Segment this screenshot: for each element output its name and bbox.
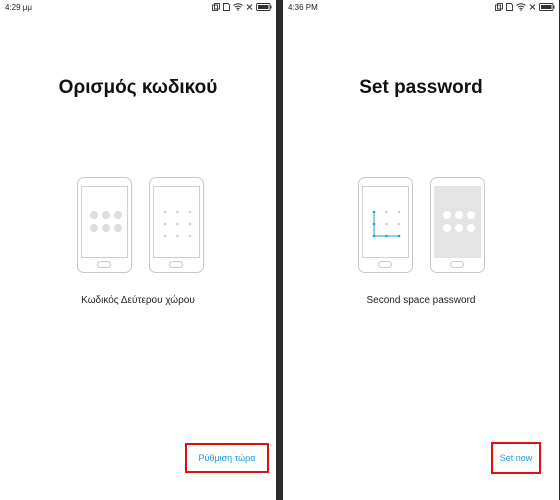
home-button-icon (97, 261, 111, 268)
status-bar: 4:29 μμ (0, 0, 276, 14)
copy-icon (495, 3, 503, 11)
cross-icon (529, 4, 536, 10)
pin-dots-icon (90, 211, 122, 232)
phone-screen (362, 186, 409, 258)
set-now-button[interactable]: Set now (491, 442, 541, 474)
copy-icon (212, 3, 220, 11)
screen-greek: 4:29 μμ Ορισμός κωδικού Κωδικός Δεύτερου… (0, 0, 276, 500)
status-time: 4:29 μμ (5, 2, 33, 12)
sim-icon (223, 3, 230, 11)
wifi-icon (233, 3, 243, 11)
page-title: Ορισμός κωδικού (58, 77, 218, 98)
set-now-button[interactable]: Ρύθμιση τώρα (185, 443, 269, 473)
subtitle: Κωδικός Δεύτερου χώρου (81, 295, 195, 306)
battery-icon (256, 3, 272, 11)
phone-illustration-locked (430, 177, 485, 273)
home-button-icon (169, 261, 183, 268)
status-icons (212, 3, 272, 11)
screen-english: 4:36 PM Set password Second space passwo… (283, 0, 559, 500)
home-button-icon (450, 261, 464, 268)
phone-illustration-locked (77, 177, 132, 273)
drawn-pattern-icon (372, 210, 401, 238)
pin-dots-icon (443, 211, 475, 232)
home-button-icon (378, 261, 392, 268)
phone-screen (81, 186, 128, 258)
phone-illustration-pattern (149, 177, 204, 273)
page-title: Set password (359, 77, 483, 98)
cross-icon (246, 4, 253, 10)
phone-screen (434, 186, 481, 258)
wifi-icon (516, 3, 526, 11)
phone-illustration-pattern (358, 177, 413, 273)
phone-screen (153, 186, 200, 258)
battery-icon (539, 3, 555, 11)
subtitle: Second space password (366, 295, 476, 306)
status-bar: 4:36 PM (283, 0, 559, 14)
status-icons (495, 3, 555, 11)
status-time: 4:36 PM (288, 2, 318, 12)
pattern-grid-icon (163, 210, 192, 238)
sim-icon (506, 3, 513, 11)
